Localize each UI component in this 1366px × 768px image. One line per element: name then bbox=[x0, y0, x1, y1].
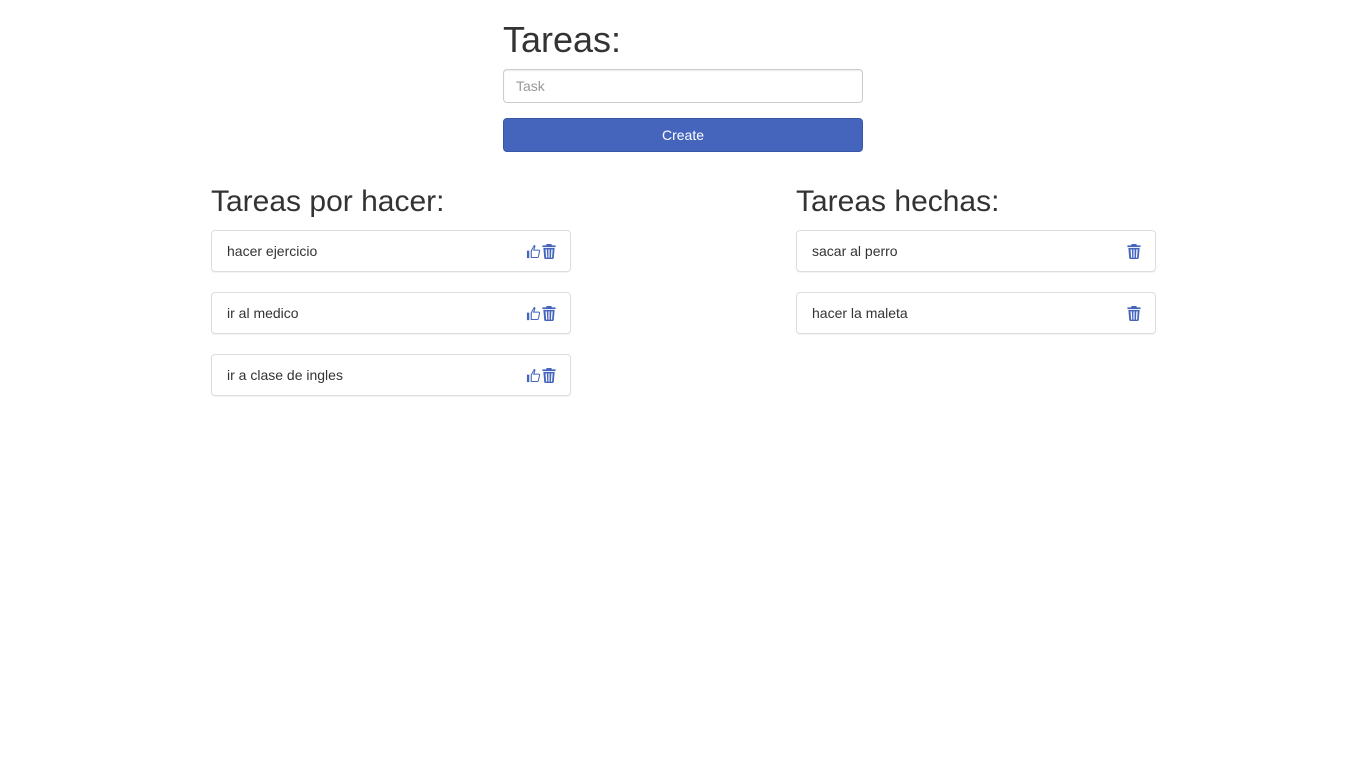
done-column: Tareas hechas: sacar al perro hacer la m… bbox=[796, 182, 1156, 354]
todo-item: hacer ejercicio bbox=[211, 230, 571, 272]
todo-title: Tareas por hacer: bbox=[211, 185, 445, 218]
done-list: sacar al perro hacer la maleta bbox=[796, 230, 1156, 334]
todo-item: ir al medico bbox=[211, 292, 571, 334]
todo-list: hacer ejercicio ir al medico ir a clase … bbox=[211, 230, 571, 396]
todo-item: ir a clase de ingles bbox=[211, 354, 571, 396]
done-item: hacer la maleta bbox=[796, 292, 1156, 334]
trash-icon[interactable] bbox=[1126, 305, 1141, 321]
task-actions bbox=[526, 305, 556, 321]
create-task-section: Tareas: Create bbox=[503, 18, 863, 152]
todo-column: Tareas por hacer: hacer ejercicio ir al … bbox=[211, 182, 571, 416]
thumbs-up-icon[interactable] bbox=[526, 243, 541, 259]
page-title: Tareas: bbox=[503, 19, 622, 60]
task-label: ir al medico bbox=[227, 305, 299, 321]
thumbs-up-icon[interactable] bbox=[526, 305, 541, 321]
task-actions bbox=[1126, 305, 1141, 321]
task-actions bbox=[526, 367, 556, 383]
trash-icon[interactable] bbox=[1126, 243, 1141, 259]
trash-icon[interactable] bbox=[541, 243, 556, 259]
task-label: ir a clase de ingles bbox=[227, 367, 343, 383]
task-label: hacer la maleta bbox=[812, 305, 908, 321]
task-label: hacer ejercicio bbox=[227, 243, 318, 259]
task-label: sacar al perro bbox=[812, 243, 898, 259]
task-actions bbox=[526, 243, 556, 259]
task-actions bbox=[1126, 243, 1141, 259]
trash-icon[interactable] bbox=[541, 367, 556, 383]
task-input[interactable] bbox=[503, 69, 863, 103]
done-item: sacar al perro bbox=[796, 230, 1156, 272]
page: Tareas: Create Tareas por hacer: hacer e… bbox=[0, 0, 1366, 768]
done-title: Tareas hechas: bbox=[796, 185, 1000, 218]
create-button[interactable]: Create bbox=[503, 118, 863, 152]
trash-icon[interactable] bbox=[541, 305, 556, 321]
thumbs-up-icon[interactable] bbox=[526, 367, 541, 383]
